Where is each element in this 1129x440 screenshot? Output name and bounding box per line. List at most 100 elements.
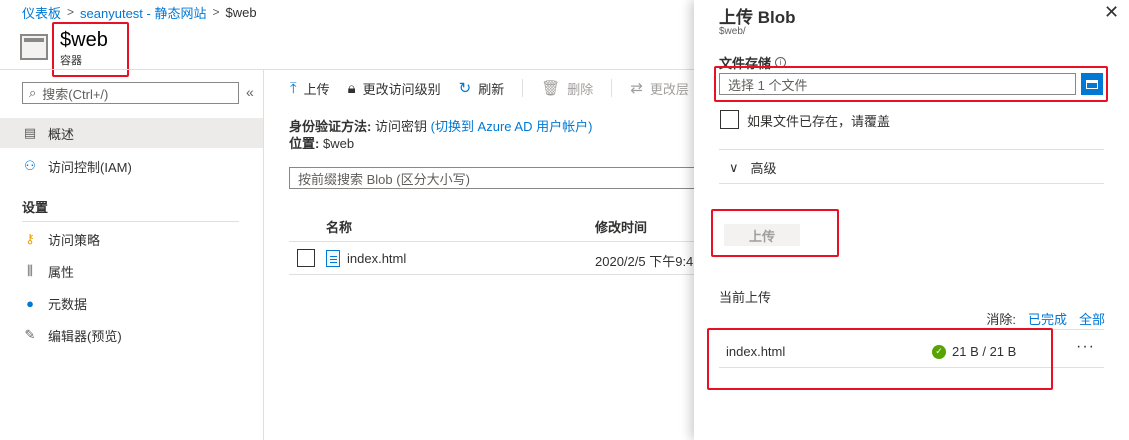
location-value: $web [322,136,355,151]
blob-search-placeholder: 按前缀搜索 Blob (区分大小写) [298,171,470,187]
breadcrumb-dashboard-link[interactable]: 仪表板 [22,3,61,22]
sidebar-search-placeholder: 搜索(Ctrl+/) [42,86,109,102]
clear-completed-link[interactable]: 已完成 [1028,309,1067,328]
refresh-button[interactable]: ↻ 刷新 [459,79,505,98]
change-access-level-button[interactable]: 🔒︎ 更改访问级别 [348,79,441,98]
upload-list-divider [719,329,1104,330]
swap-icon: ⇄ [630,80,643,97]
success-check-icon: ✓ [932,344,946,359]
change-access-label: 更改访问级别 [362,81,441,97]
upload-submit-button[interactable]: 上传 [724,224,800,246]
chevron-down-icon: ∨ [729,159,739,175]
upload-button[interactable]: ⤒ 上传 [290,79,330,98]
upload-label: 上传 [303,81,330,97]
clear-label: 消除: [986,312,1016,327]
clear-uploads-row: 消除: 已完成 全部 [986,309,1105,328]
pencil-icon: ✎ [24,327,36,342]
close-icon[interactable]: ✕ [1104,2,1119,23]
column-header-modified[interactable]: 修改时间 [595,217,647,236]
change-tier-button[interactable]: ⇄ 更改层 [630,79,689,98]
delete-label: 删除 [567,81,594,97]
more-options-icon[interactable]: ··· [1076,338,1095,356]
sidebar-item-label: 编辑器(预览) [48,328,122,344]
sidebar-item-label: 概述 [48,126,75,142]
panel-divider [719,183,1104,184]
people-icon: ⚇ [24,158,36,173]
sidebar-item-label: 访问策略 [48,232,101,248]
advanced-toggle[interactable]: ∨ 高级 [729,158,777,177]
info-icon: ● [26,295,34,311]
overwrite-label: 如果文件已存在，请覆盖 [747,114,891,129]
upload-icon: ⤒ [290,79,297,97]
panel-divider [719,149,1104,150]
sidebar-item-label: 属性 [48,264,75,280]
panel-title: 上传 Blob [719,8,796,27]
auth-method-label: 身份验证方法: [289,119,372,134]
resource-header: $web 容器 [20,28,108,68]
page-subtitle: 容器 [60,55,82,67]
sidebar-item-iam[interactable]: ⚇ 访问控制(IAM) [0,151,263,181]
blob-search-input[interactable]: 按前缀搜索 Blob (区分大小写) [289,167,709,189]
upload-item-name: index.html [726,344,786,359]
container-icon [20,34,48,60]
sidebar-item-metadata[interactable]: ● 元数据 [0,288,263,318]
advanced-label: 高级 [750,161,777,176]
overview-icon: ▤ [23,125,37,140]
settings-divider [22,221,239,222]
upload-item-status: ✓ 21 B / 21 B [932,344,1016,359]
file-storage-label: 文件存储 i [719,53,787,72]
row-checkbox[interactable] [297,249,315,267]
clear-all-link[interactable]: 全部 [1079,309,1105,328]
chevron-right-icon: > [67,5,75,19]
auth-method-value: 访问密钥 [374,119,427,134]
refresh-label: 刷新 [478,81,505,97]
sidebar-item-label: 访问控制(IAM) [48,159,132,175]
breadcrumb-current: $web [225,4,257,20]
trash-icon: 🗑︎ [541,80,561,97]
sidebar-item-access-policy[interactable]: ⚷ 访问策略 [0,224,263,254]
folder-icon [1086,79,1098,89]
sidebar-item-properties[interactable]: ⫼ 属性 [0,256,263,286]
panel-subtitle: $web/ [719,26,746,37]
upload-blob-panel: 上传 Blob $web/ ✕ 文件存储 i 选择 1 个文件 如果文件已存在，… [694,0,1129,440]
properties-icon: ⫼ [27,263,33,278]
breadcrumb-account-link[interactable]: seanyutest - 静态网站 [80,3,206,22]
current-uploads-heading: 当前上传 [719,290,772,305]
browse-folder-button[interactable] [1081,73,1103,95]
delete-button[interactable]: 🗑︎ 删除 [541,79,593,98]
blob-name-link[interactable]: index.html [347,251,406,266]
sidebar-item-label: 元数据 [48,296,88,312]
table-header-divider [289,241,694,242]
column-header-name[interactable]: 名称 [326,217,352,236]
file-storage-label-text: 文件存储 [719,56,772,71]
sidebar-item-overview[interactable]: ▤ 概述 [0,118,263,148]
toolbar-divider [611,79,613,97]
search-icon: ⌕ [29,85,37,100]
chevron-right-icon: > [212,5,220,19]
page-title: $web [60,29,108,51]
toolbar: ⤒ 上传 🔒︎ 更改访问级别 ↻ 刷新 🗑︎ 删除 ⇄ 更改层 [290,76,689,100]
switch-to-azure-ad-link[interactable]: (切换到 Azure AD 用户帐户) [431,119,593,134]
blob-modified: 2020/2/5 下午9:4 [595,254,694,269]
overwrite-checkbox[interactable] [720,110,739,129]
header-divider [0,69,694,70]
file-select-input[interactable]: 选择 1 个文件 [719,73,1076,95]
container-info: 身份验证方法: 访问密钥 (切换到 Azure AD 用户帐户) 位置: $we… [289,118,592,152]
refresh-icon: ↻ [458,80,472,97]
settings-heading: 设置 [22,200,49,215]
sidebar-item-editor[interactable]: ✎ 编辑器(预览) [0,320,263,350]
location-label: 位置: [289,136,320,151]
file-icon [326,250,340,267]
key-icon: ⚷ [25,231,35,246]
breadcrumb: 仪表板 > seanyutest - 静态网站 > $web [22,2,257,22]
upload-item-progress: 21 B / 21 B [952,344,1017,359]
upload-list-divider [719,367,1104,368]
change-tier-label: 更改层 [649,81,689,97]
info-icon[interactable]: i [775,57,787,68]
file-select-placeholder: 选择 1 个文件 [728,77,808,93]
sidebar-search-input[interactable]: ⌕ 搜索(Ctrl+/) [22,82,239,104]
lock-icon: 🔒︎ [347,79,356,97]
collapse-sidebar-button[interactable]: « [246,84,254,100]
table-row-divider [289,274,694,275]
sidebar-divider [263,70,264,440]
